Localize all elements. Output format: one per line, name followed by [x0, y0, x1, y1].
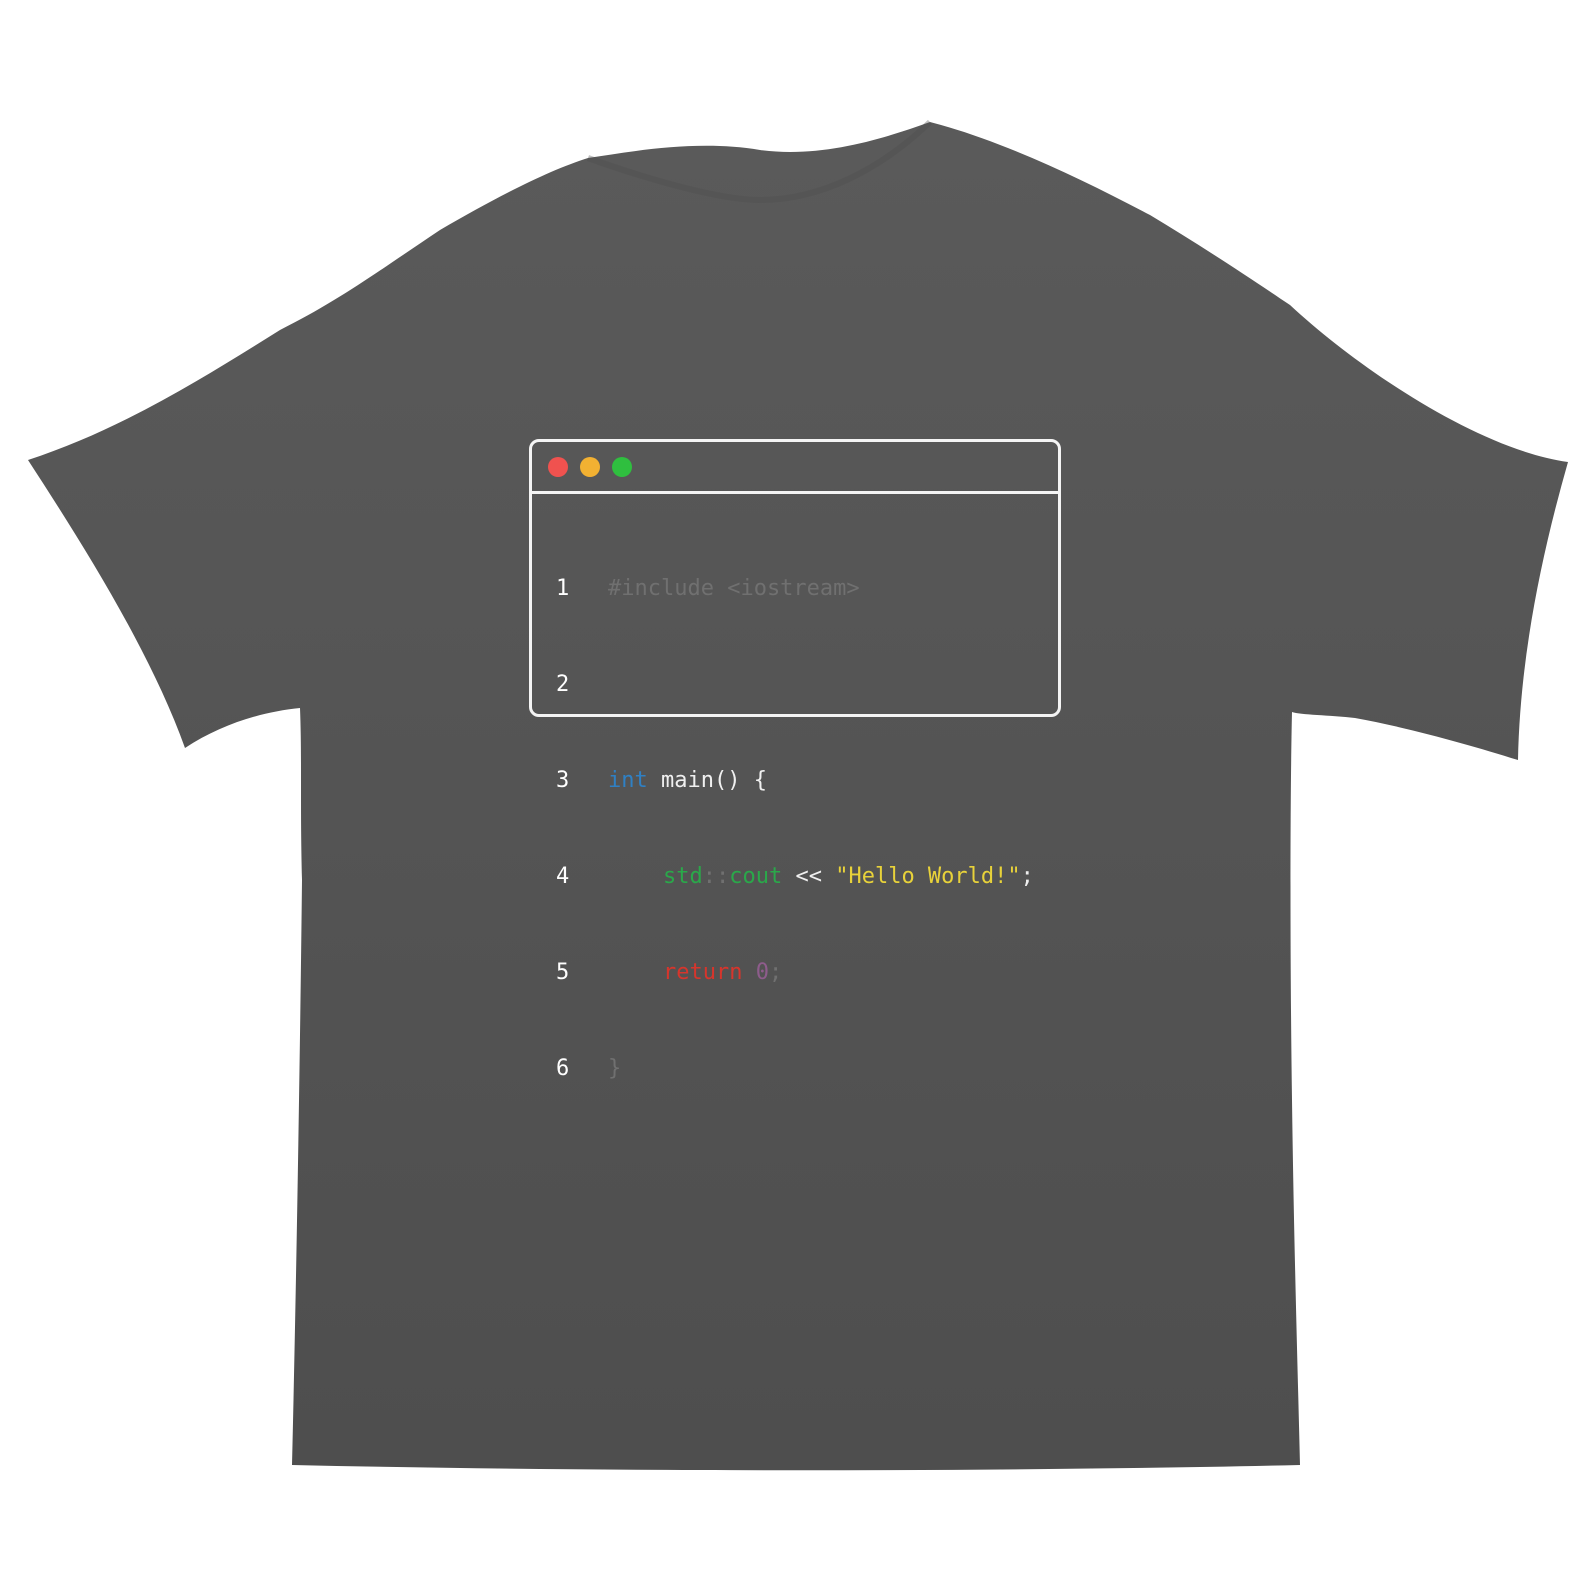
code-editor-window: 1 #include <iostream> 2 3 int main() { 4 st…	[529, 439, 1061, 1081]
code-line-4: 4 std::cout << "Hello World!";	[556, 861, 1034, 893]
minimize-dot-icon	[580, 457, 600, 477]
code-line-1: 1 #include <iostream>	[556, 573, 1034, 605]
line-number: 1	[556, 576, 570, 601]
main-signature: main() {	[647, 768, 767, 793]
namespace-std: std	[663, 864, 703, 889]
line-number: 5	[556, 960, 570, 985]
keyword-int: int	[608, 768, 648, 793]
string-literal: "Hello World!"	[835, 864, 1021, 889]
stream-operator: <<	[782, 864, 836, 889]
include-directive: #include <iostream>	[608, 576, 860, 601]
line-number: 4	[556, 864, 570, 889]
line-number: 2	[556, 672, 570, 697]
number-zero: 0	[755, 960, 769, 985]
code-block: 1 #include <iostream> 2 3 int main() { 4 st…	[556, 509, 1034, 1149]
code-line-6: 6}	[556, 1053, 1034, 1085]
code-line-2: 2	[556, 669, 1034, 701]
closing-brace: }	[608, 1056, 622, 1081]
window-title-bar	[532, 442, 1058, 494]
line-number: 6	[556, 1056, 570, 1081]
code-line-3: 3 int main() {	[556, 765, 1034, 797]
line-number: 3	[556, 768, 570, 793]
scope-operator: ::	[702, 864, 730, 889]
cout-identifier: cout	[729, 864, 783, 889]
semicolon: ;	[1020, 864, 1034, 889]
code-line-5: 5 return 0;	[556, 957, 1034, 989]
keyword-return: return	[663, 960, 743, 985]
close-dot-icon	[548, 457, 568, 477]
semicolon: ;	[768, 960, 783, 985]
product-photo: 1 #include <iostream> 2 3 int main() { 4 st…	[0, 0, 1588, 1588]
maximize-dot-icon	[612, 457, 632, 477]
